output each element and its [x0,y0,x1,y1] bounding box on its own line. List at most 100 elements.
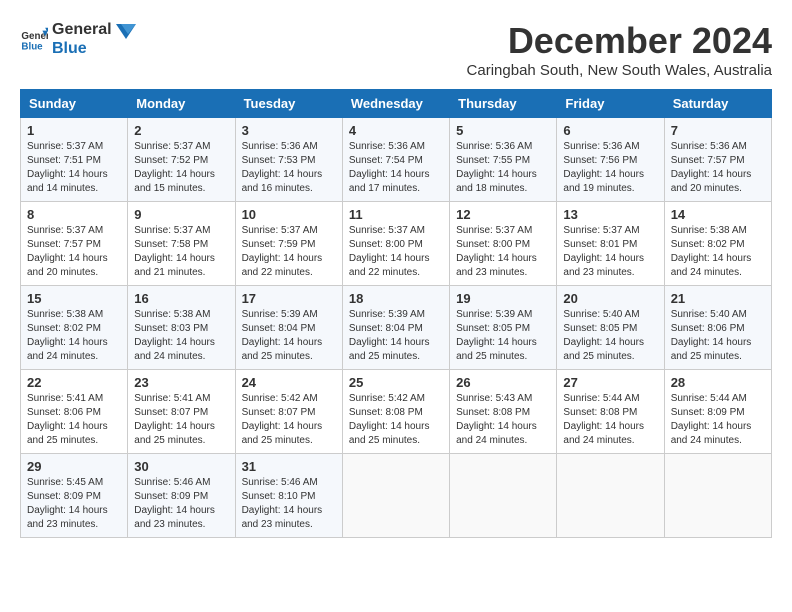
calendar-table: Sunday Monday Tuesday Wednesday Thursday… [20,89,772,538]
header: General Blue General Blue December 2024 … [20,20,772,79]
day-info: Sunrise: 5:37 AMSunset: 7:59 PMDaylight:… [242,224,336,280]
day-info: Sunrise: 5:40 AMSunset: 8:05 PMDaylight:… [563,308,657,364]
calendar-week-5: 29 Sunrise: 5:45 AMSunset: 8:09 PMDaylig… [21,454,772,538]
calendar-cell: 31 Sunrise: 5:46 AMSunset: 8:10 PMDaylig… [235,454,342,538]
day-info: Sunrise: 5:37 AMSunset: 7:51 PMDaylight:… [27,140,121,196]
calendar-cell: 7 Sunrise: 5:36 AMSunset: 7:57 PMDayligh… [664,118,771,202]
day-info: Sunrise: 5:36 AMSunset: 7:53 PMDaylight:… [242,140,336,196]
calendar-cell: 27 Sunrise: 5:44 AMSunset: 8:08 PMDaylig… [557,370,664,454]
col-friday: Friday [557,90,664,118]
day-number: 4 [349,123,443,138]
calendar-cell: 1 Sunrise: 5:37 AMSunset: 7:51 PMDayligh… [21,118,128,202]
calendar-cell: 12 Sunrise: 5:37 AMSunset: 8:00 PMDaylig… [450,202,557,286]
day-info: Sunrise: 5:42 AMSunset: 8:08 PMDaylight:… [349,392,443,448]
day-number: 19 [456,291,550,306]
day-info: Sunrise: 5:38 AMSunset: 8:03 PMDaylight:… [134,308,228,364]
day-number: 9 [134,207,228,222]
calendar-cell: 25 Sunrise: 5:42 AMSunset: 8:08 PMDaylig… [342,370,449,454]
day-info: Sunrise: 5:42 AMSunset: 8:07 PMDaylight:… [242,392,336,448]
day-number: 22 [27,375,121,390]
day-number: 15 [27,291,121,306]
calendar-cell: 24 Sunrise: 5:42 AMSunset: 8:07 PMDaylig… [235,370,342,454]
day-info: Sunrise: 5:37 AMSunset: 7:57 PMDaylight:… [27,224,121,280]
day-number: 6 [563,123,657,138]
day-number: 24 [242,375,336,390]
calendar-cell [342,454,449,538]
calendar-cell: 18 Sunrise: 5:39 AMSunset: 8:04 PMDaylig… [342,286,449,370]
calendar-cell: 21 Sunrise: 5:40 AMSunset: 8:06 PMDaylig… [664,286,771,370]
day-info: Sunrise: 5:36 AMSunset: 7:57 PMDaylight:… [671,140,765,196]
calendar-cell: 26 Sunrise: 5:43 AMSunset: 8:08 PMDaylig… [450,370,557,454]
day-number: 10 [242,207,336,222]
day-number: 3 [242,123,336,138]
calendar-cell: 19 Sunrise: 5:39 AMSunset: 8:05 PMDaylig… [450,286,557,370]
calendar-cell: 2 Sunrise: 5:37 AMSunset: 7:52 PMDayligh… [128,118,235,202]
day-info: Sunrise: 5:40 AMSunset: 8:06 PMDaylight:… [671,308,765,364]
day-number: 11 [349,207,443,222]
day-info: Sunrise: 5:37 AMSunset: 7:58 PMDaylight:… [134,224,228,280]
logo-arrow-icon [116,24,136,54]
day-info: Sunrise: 5:44 AMSunset: 8:09 PMDaylight:… [671,392,765,448]
day-info: Sunrise: 5:46 AMSunset: 8:10 PMDaylight:… [242,476,336,532]
day-info: Sunrise: 5:36 AMSunset: 7:56 PMDaylight:… [563,140,657,196]
day-info: Sunrise: 5:37 AMSunset: 7:52 PMDaylight:… [134,140,228,196]
day-number: 14 [671,207,765,222]
day-number: 8 [27,207,121,222]
day-number: 31 [242,459,336,474]
logo-icon: General Blue [20,25,48,53]
day-number: 18 [349,291,443,306]
day-number: 17 [242,291,336,306]
title-section: December 2024 Caringbah South, New South… [467,20,772,79]
col-monday: Monday [128,90,235,118]
col-wednesday: Wednesday [342,90,449,118]
day-number: 28 [671,375,765,390]
day-number: 2 [134,123,228,138]
day-info: Sunrise: 5:38 AMSunset: 8:02 PMDaylight:… [27,308,121,364]
calendar-cell: 17 Sunrise: 5:39 AMSunset: 8:04 PMDaylig… [235,286,342,370]
calendar-cell: 22 Sunrise: 5:41 AMSunset: 8:06 PMDaylig… [21,370,128,454]
col-tuesday: Tuesday [235,90,342,118]
day-info: Sunrise: 5:44 AMSunset: 8:08 PMDaylight:… [563,392,657,448]
calendar-cell: 10 Sunrise: 5:37 AMSunset: 7:59 PMDaylig… [235,202,342,286]
day-number: 12 [456,207,550,222]
day-number: 30 [134,459,228,474]
day-info: Sunrise: 5:46 AMSunset: 8:09 PMDaylight:… [134,476,228,532]
month-title: December 2024 [467,20,772,62]
calendar-cell: 9 Sunrise: 5:37 AMSunset: 7:58 PMDayligh… [128,202,235,286]
calendar-cell: 16 Sunrise: 5:38 AMSunset: 8:03 PMDaylig… [128,286,235,370]
calendar-cell: 29 Sunrise: 5:45 AMSunset: 8:09 PMDaylig… [21,454,128,538]
calendar-cell [450,454,557,538]
header-row: Sunday Monday Tuesday Wednesday Thursday… [21,90,772,118]
day-info: Sunrise: 5:36 AMSunset: 7:54 PMDaylight:… [349,140,443,196]
day-info: Sunrise: 5:39 AMSunset: 8:04 PMDaylight:… [349,308,443,364]
svg-text:Blue: Blue [21,42,43,53]
calendar-cell: 8 Sunrise: 5:37 AMSunset: 7:57 PMDayligh… [21,202,128,286]
logo-general: General [52,20,112,39]
calendar-week-3: 15 Sunrise: 5:38 AMSunset: 8:02 PMDaylig… [21,286,772,370]
calendar-cell: 14 Sunrise: 5:38 AMSunset: 8:02 PMDaylig… [664,202,771,286]
day-number: 1 [27,123,121,138]
calendar-week-2: 8 Sunrise: 5:37 AMSunset: 7:57 PMDayligh… [21,202,772,286]
logo: General Blue General Blue [20,20,136,58]
calendar-cell: 20 Sunrise: 5:40 AMSunset: 8:05 PMDaylig… [557,286,664,370]
calendar-cell: 11 Sunrise: 5:37 AMSunset: 8:00 PMDaylig… [342,202,449,286]
col-sunday: Sunday [21,90,128,118]
day-number: 27 [563,375,657,390]
col-thursday: Thursday [450,90,557,118]
day-number: 25 [349,375,443,390]
calendar-week-4: 22 Sunrise: 5:41 AMSunset: 8:06 PMDaylig… [21,370,772,454]
calendar-cell: 4 Sunrise: 5:36 AMSunset: 7:54 PMDayligh… [342,118,449,202]
day-info: Sunrise: 5:37 AMSunset: 8:00 PMDaylight:… [349,224,443,280]
day-number: 16 [134,291,228,306]
day-number: 5 [456,123,550,138]
calendar-cell [557,454,664,538]
day-info: Sunrise: 5:39 AMSunset: 8:04 PMDaylight:… [242,308,336,364]
day-info: Sunrise: 5:38 AMSunset: 8:02 PMDaylight:… [671,224,765,280]
calendar-cell: 3 Sunrise: 5:36 AMSunset: 7:53 PMDayligh… [235,118,342,202]
calendar-cell: 30 Sunrise: 5:46 AMSunset: 8:09 PMDaylig… [128,454,235,538]
day-number: 20 [563,291,657,306]
day-info: Sunrise: 5:43 AMSunset: 8:08 PMDaylight:… [456,392,550,448]
calendar-cell: 5 Sunrise: 5:36 AMSunset: 7:55 PMDayligh… [450,118,557,202]
day-number: 7 [671,123,765,138]
calendar-cell: 13 Sunrise: 5:37 AMSunset: 8:01 PMDaylig… [557,202,664,286]
